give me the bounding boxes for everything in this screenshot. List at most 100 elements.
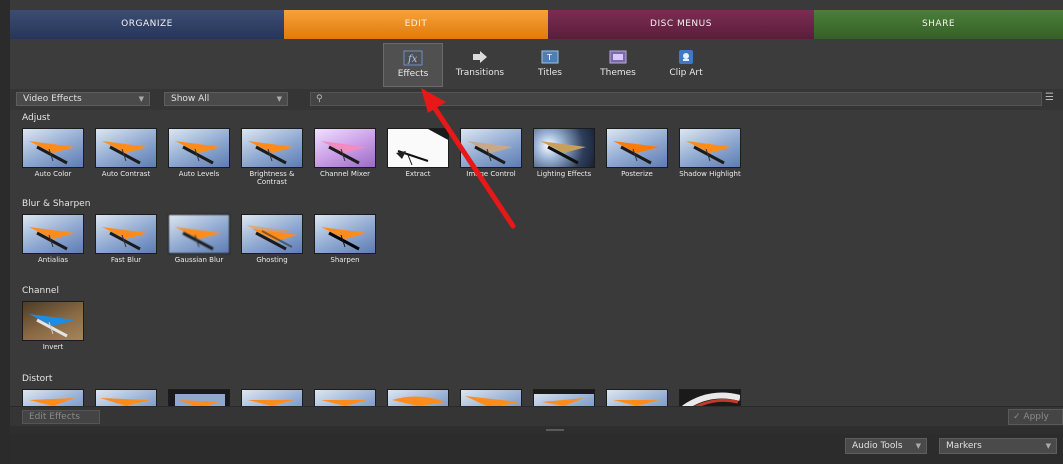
- effect-thumb-distort[interactable]: [606, 389, 668, 406]
- splitter-grip: [546, 429, 564, 431]
- hang-glider-image: [102, 227, 148, 251]
- effect-thumb-distort[interactable]: [314, 389, 376, 406]
- themes-button[interactable]: Themes: [588, 43, 648, 87]
- hang-glider-image: [321, 141, 367, 165]
- svg-text:fx: fx: [407, 54, 418, 65]
- hang-glider-image: [540, 141, 586, 165]
- hang-glider-image: [467, 141, 513, 165]
- effect-thumb-brightness-contrast[interactable]: [241, 128, 303, 168]
- markers-select[interactable]: Markers ▼: [939, 438, 1057, 454]
- effect-thumb-distort[interactable]: [95, 389, 157, 406]
- show-select[interactable]: Show All ▼: [164, 92, 288, 106]
- effect-type-select[interactable]: Video Effects ▼: [16, 92, 150, 106]
- effect-label: Image Control: [466, 170, 516, 178]
- titles-button[interactable]: T Titles: [520, 43, 580, 87]
- effect-thumb-distort[interactable]: [241, 389, 303, 406]
- effect-thumb-posterize[interactable]: [606, 128, 668, 168]
- show-value: Show All: [171, 94, 210, 104]
- effect-label: Invert: [42, 343, 64, 351]
- effect-thumb-auto-color[interactable]: [22, 128, 84, 168]
- hang-glider-image: [321, 400, 367, 406]
- effect-thumb-auto-levels[interactable]: [168, 128, 230, 168]
- effect-thumb-distort[interactable]: [22, 389, 84, 406]
- hang-glider-image: [175, 141, 221, 165]
- chevron-down-icon: ▼: [276, 95, 282, 103]
- effect-thumb-distort[interactable]: [679, 389, 741, 406]
- effect-label: Brightness & Contrast: [249, 170, 295, 186]
- edit-effects-button[interactable]: Edit Effects: [22, 410, 100, 424]
- chevron-down-icon: ▼: [1045, 442, 1051, 450]
- effect-thumb-invert[interactable]: [22, 301, 84, 341]
- effect-thumb-image-control[interactable]: [460, 128, 522, 168]
- search-input[interactable]: ⚲: [310, 92, 1042, 106]
- titles-label: Titles: [538, 68, 562, 78]
- chevron-down-icon: ▼: [138, 95, 144, 103]
- effects-button[interactable]: fx Effects: [383, 43, 443, 87]
- clip-art-button[interactable]: Clip Art: [656, 43, 716, 87]
- effect-thumb-lighting-effects[interactable]: [533, 128, 595, 168]
- hang-glider-image: [321, 227, 367, 251]
- effect-label: Fast Blur: [110, 256, 142, 264]
- edit-toolbar: fx Effects Transitions T Titles Themes C…: [10, 39, 1063, 89]
- chevron-down-icon: ▼: [915, 442, 921, 450]
- transitions-button[interactable]: Transitions: [450, 43, 510, 87]
- mode-tabs: ORGANIZE EDIT DISC MENUS SHARE: [10, 10, 1063, 39]
- effect-thumb-fast-blur[interactable]: [95, 214, 157, 254]
- themes-label: Themes: [600, 68, 636, 78]
- effect-label: Antialias: [37, 256, 69, 264]
- tab-share[interactable]: SHARE: [814, 10, 1063, 39]
- effects-icon: fx: [403, 50, 423, 66]
- effect-thumb-distort[interactable]: [460, 389, 522, 406]
- hang-glider-image: [29, 227, 75, 251]
- clip-art-icon: [679, 50, 693, 64]
- effect-thumb-shadow-highlight[interactable]: [679, 128, 741, 168]
- hang-glider-image: [100, 398, 150, 406]
- effect-thumb-extract[interactable]: [387, 128, 449, 168]
- timeline-header: Audio Tools ▼ Markers ▼: [10, 434, 1063, 464]
- premiere-elements-window: ORGANIZE EDIT DISC MENUS SHARE fx Effect…: [0, 0, 1063, 464]
- hang-glider-image: [29, 398, 75, 406]
- tab-edit[interactable]: EDIT: [284, 10, 548, 39]
- hang-glider-image: [534, 390, 594, 406]
- category-blur-sharpen: Blur & Sharpen: [22, 199, 91, 209]
- panel-splitter[interactable]: [10, 426, 1063, 434]
- effect-label: Ghosting: [256, 256, 288, 264]
- hang-glider-image: [29, 314, 75, 338]
- transitions-label: Transitions: [455, 68, 505, 78]
- effect-label: Shadow Highlight: [679, 170, 741, 178]
- effect-label: Extract: [405, 170, 431, 178]
- hang-glider-image: [175, 394, 225, 406]
- effect-thumb-antialias[interactable]: [22, 214, 84, 254]
- audio-tools-label: Audio Tools: [852, 441, 903, 451]
- hang-glider-image: [246, 225, 298, 251]
- apply-button[interactable]: ✓ Apply: [1008, 409, 1063, 425]
- transitions-icon: [473, 51, 487, 63]
- effect-thumb-auto-contrast[interactable]: [95, 128, 157, 168]
- effects-panel: Adjust Auto Color Auto Contrast Auto Lev…: [10, 110, 1063, 406]
- effect-thumb-gaussian-blur[interactable]: [168, 214, 230, 254]
- audio-tools-select[interactable]: Audio Tools ▼: [845, 438, 927, 454]
- category-distort: Distort: [22, 374, 53, 384]
- effect-label: Auto Levels: [178, 170, 220, 178]
- effect-thumb-ghosting[interactable]: [241, 214, 303, 254]
- list-view-icon[interactable]: ☰: [1045, 92, 1057, 106]
- tab-organize[interactable]: ORGANIZE: [10, 10, 284, 39]
- effect-label: Lighting Effects: [536, 170, 592, 178]
- hang-glider-image: [175, 227, 221, 251]
- hang-glider-image: [29, 141, 75, 165]
- effect-thumb-channel-mixer[interactable]: [314, 128, 376, 168]
- hang-glider-image: [465, 396, 519, 406]
- effect-label: Auto Color: [34, 170, 72, 178]
- effect-label: Auto Contrast: [101, 170, 151, 178]
- hang-glider-image: [686, 141, 732, 165]
- tab-disc-menus[interactable]: DISC MENUS: [548, 10, 814, 39]
- effect-thumb-distort[interactable]: [168, 389, 230, 406]
- hang-glider-image: [682, 392, 740, 406]
- extract-image: [388, 129, 448, 166]
- hang-glider-image: [248, 141, 294, 165]
- search-icon: ⚲: [316, 94, 323, 104]
- category-channel: Channel: [22, 286, 59, 296]
- effect-thumb-distort[interactable]: [533, 389, 595, 406]
- effect-thumb-sharpen[interactable]: [314, 214, 376, 254]
- effect-thumb-distort[interactable]: [387, 389, 449, 406]
